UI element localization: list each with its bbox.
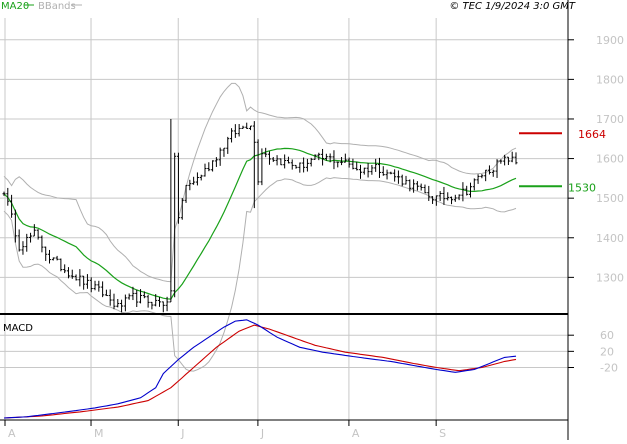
resistance-label: 1664	[578, 128, 606, 141]
x-tick-label: J	[180, 427, 184, 440]
price-tick-label: 1500	[596, 192, 624, 205]
price-tick-label: 1600	[596, 153, 624, 166]
legend-ma20-label: MA20	[1, 1, 29, 12]
chart-root: 1300 1400 1500 1600 1700 1800 1900 60 20 -20 A M J J A…	[0, 0, 627, 440]
price-tick-label: 1400	[596, 232, 624, 245]
chart-canvas: 1300 1400 1500 1600 1700 1800 1900 60 20 -20 A M J J A…	[0, 0, 627, 440]
x-tick-label: A	[352, 427, 360, 440]
x-tick-label: J	[260, 427, 264, 440]
price-tick-label: 1300	[596, 271, 624, 284]
macd-tick-label: -20	[600, 362, 618, 375]
price-tick-label: 1700	[596, 113, 624, 126]
price-tick-label: 1900	[596, 34, 624, 47]
macd-tick-label: 60	[600, 329, 614, 342]
x-tick-label: M	[94, 427, 104, 440]
price-tick-label: 1800	[596, 73, 624, 86]
macd-tick-label: 20	[600, 345, 614, 358]
legend-bbands-label: BBands	[38, 1, 76, 12]
price-panel	[0, 18, 568, 313]
x-tick-label: A	[8, 427, 16, 440]
support-label: 1530	[568, 181, 596, 194]
macd-title: MACD	[3, 323, 33, 334]
x-tick-label: S	[439, 427, 446, 440]
copyright-text: © TEC 1/9/2024 3:0 GMT	[449, 1, 576, 12]
